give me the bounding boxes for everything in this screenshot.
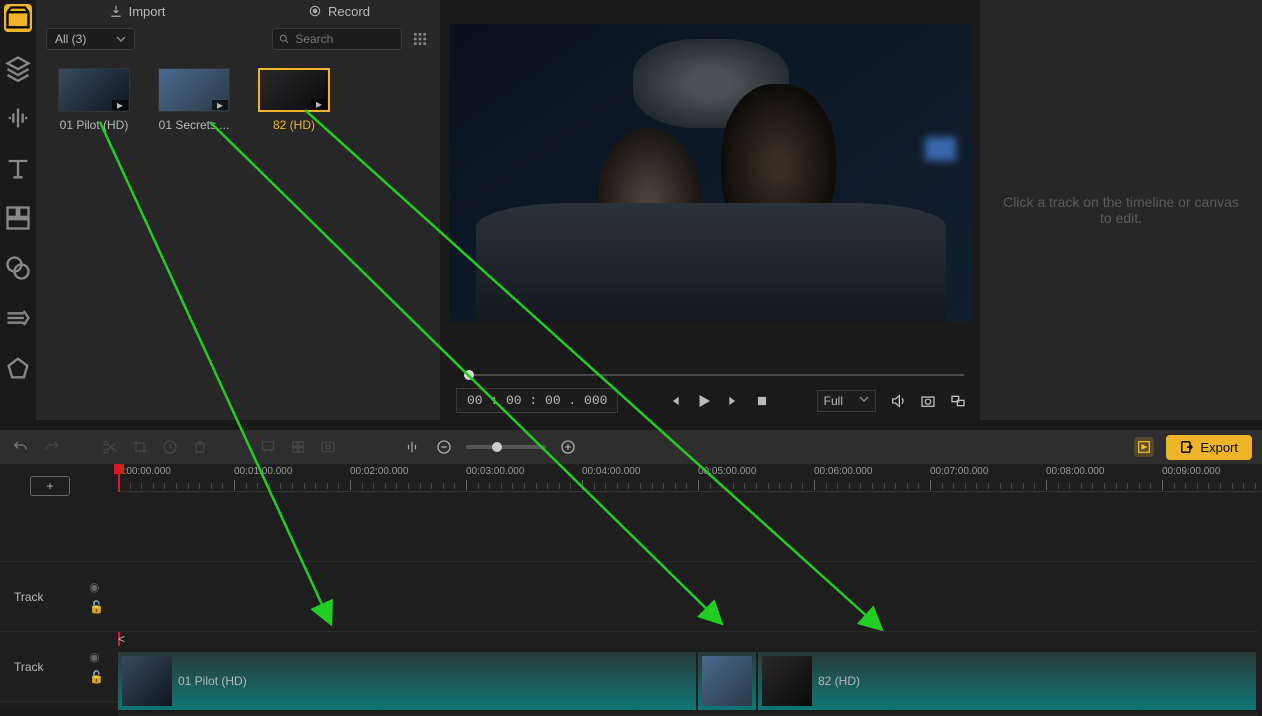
zoom-slider[interactable] (466, 445, 546, 449)
ruler-tick: 00:01:00.000 (234, 466, 292, 477)
search-input[interactable] (295, 32, 395, 46)
timeline-toolbar: Export (0, 430, 1262, 464)
track-row-empty[interactable] (118, 492, 1258, 562)
delete-button[interactable] (190, 437, 210, 457)
thumb-label: 82 (HD) (254, 118, 334, 132)
export-button[interactable]: Export (1166, 435, 1252, 460)
ruler-tick: 00:04:00.000 (582, 466, 640, 477)
stop-button[interactable] (755, 394, 769, 408)
track-label: Track (14, 660, 44, 674)
timeline-ruler[interactable]: 0:00:00.000 00:01:00.000 00:02:00.000 00:03… (118, 464, 1262, 492)
video-badge-icon: ▸ (212, 100, 228, 110)
ruler-tick: 00:05:00.000 (698, 466, 756, 477)
track-header-1[interactable]: Track ◉ 🔓 (0, 562, 118, 632)
crop-button[interactable] (130, 437, 150, 457)
ruler-tick: 00:08:00.000 (1046, 466, 1104, 477)
snap-toggle[interactable] (402, 437, 422, 457)
templates-icon[interactable] (4, 204, 32, 232)
visibility-icon[interactable]: ◉ (89, 580, 104, 594)
import-tab[interactable]: Import (36, 0, 238, 22)
media-thumb-1[interactable]: ▸ 01 Secrets ... (154, 68, 234, 132)
track-row-1[interactable] (118, 562, 1258, 632)
ruler-tick: 00:07:00.000 (930, 466, 988, 477)
thumb-label: 01 Secrets ... (154, 118, 234, 132)
filters-icon[interactable] (4, 254, 32, 282)
export-icon (1180, 440, 1194, 454)
thumb-label: 01 Pilot (HD) (54, 118, 134, 132)
zoom-out-button[interactable] (434, 437, 454, 457)
clip-label: 82 (HD) (818, 674, 860, 688)
speed-button[interactable] (160, 437, 180, 457)
video-badge-icon: ▸ (112, 100, 128, 110)
grid-view-icon[interactable] (410, 29, 430, 49)
timeline-clip-0[interactable]: 01 Pilot (HD) (118, 652, 696, 710)
preview-canvas[interactable] (450, 24, 972, 322)
clip-thumb (122, 656, 172, 706)
media-thumb-0[interactable]: ▸ 01 Pilot (HD) (54, 68, 134, 132)
fit-dropdown[interactable]: Full (817, 390, 876, 412)
preview-scene (450, 24, 972, 322)
audio-icon[interactable] (4, 104, 32, 132)
prev-frame-button[interactable] (667, 394, 681, 408)
ruler-tick: 00:03:00.000 (466, 466, 524, 477)
next-frame-button[interactable] (727, 394, 741, 408)
media-filter-dropdown[interactable]: All (3) (46, 28, 135, 50)
fullscreen-icon[interactable] (950, 393, 966, 409)
fit-label: Full (824, 394, 843, 408)
ruler-tick: 00:06:00.000 (814, 466, 872, 477)
zoom-handle[interactable] (492, 442, 502, 452)
ruler-tick: 00:09:00.000 (1162, 466, 1220, 477)
mosaic-button[interactable] (288, 437, 308, 457)
ruler-tick: 00:02:00.000 (350, 466, 408, 477)
timeline: + 0:00:00.00000:01:00.00000:02:00.00000:… (0, 464, 1262, 709)
video-badge-icon: ▸ (311, 99, 327, 109)
layers-icon[interactable] (4, 54, 32, 82)
split-button[interactable] (100, 437, 120, 457)
clip-thumb (762, 656, 812, 706)
track-header-empty (0, 492, 118, 562)
left-sidebar (0, 0, 36, 420)
filter-label: All (3) (55, 32, 86, 46)
media-thumb-2[interactable]: ▸ 82 (HD) (254, 68, 334, 132)
record-label: Record (328, 4, 370, 19)
media-library-icon[interactable] (4, 4, 32, 32)
top-tabs: Import Record (36, 0, 440, 22)
stickers-icon[interactable] (4, 354, 32, 382)
transitions-icon[interactable] (4, 304, 32, 332)
export-label: Export (1200, 440, 1238, 455)
ruler-tick: 0:00:00.000 (118, 466, 171, 477)
timeline-clip-1[interactable] (698, 652, 756, 710)
inspector-panel: Click a track on the timeline or canvas … (980, 0, 1262, 420)
visibility-icon[interactable]: ◉ (89, 650, 104, 664)
scrub-bar[interactable] (450, 368, 972, 380)
text-icon[interactable] (4, 154, 32, 182)
scrub-handle[interactable] (464, 370, 474, 380)
track-row-2[interactable]: 01 Pilot (HD) 82 (HD) (118, 646, 1258, 716)
inspector-hint: Click a track on the timeline or canvas … (1000, 194, 1242, 226)
search-icon (279, 33, 289, 45)
record-tab[interactable]: Record (238, 0, 440, 22)
marker-button[interactable] (258, 437, 278, 457)
track-label: Track (14, 590, 44, 604)
play-button[interactable] (695, 392, 713, 410)
lock-icon[interactable]: 🔓 (89, 670, 104, 684)
lock-icon[interactable]: 🔓 (89, 600, 104, 614)
snapshot-icon[interactable] (920, 393, 936, 409)
timecode-display: 00 : 00 : 00 . 000 (456, 388, 618, 413)
import-label: Import (129, 4, 166, 19)
clip-thumb (702, 656, 752, 706)
media-panel: All (3) ▸ 01 Pilot (HD) ▸ 01 Secrets ...… (36, 22, 440, 420)
track-header-2[interactable]: Track ◉ 🔓 (0, 632, 118, 702)
redo-button[interactable] (42, 437, 62, 457)
undo-button[interactable] (10, 437, 30, 457)
zoom-in-button[interactable] (558, 437, 578, 457)
search-box[interactable] (272, 28, 402, 50)
timeline-clip-2[interactable]: 82 (HD) (758, 652, 1256, 710)
clip-label: 01 Pilot (HD) (178, 674, 247, 688)
freeze-button[interactable] (318, 437, 338, 457)
render-preview-button[interactable] (1134, 437, 1154, 457)
volume-icon[interactable] (890, 393, 906, 409)
